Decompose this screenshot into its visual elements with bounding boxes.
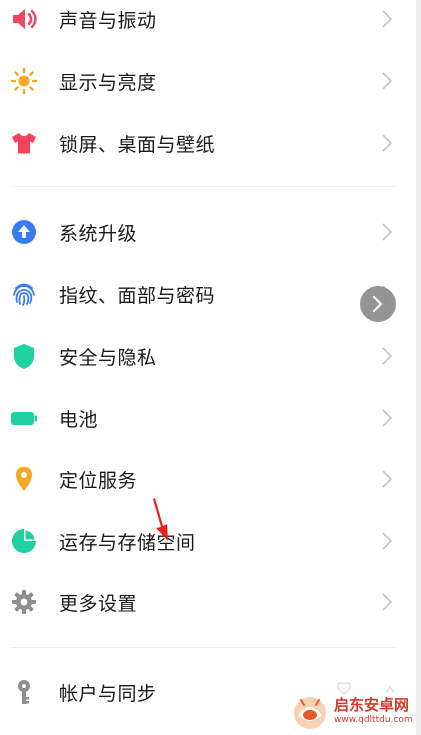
location-pin-icon <box>10 465 38 493</box>
chevron-right-icon <box>382 470 393 488</box>
settings-item-label: 显示与亮度 <box>59 71 157 94</box>
settings-item-wallpaper[interactable]: 锁屏、桌面与壁纸 <box>0 112 416 174</box>
annotation-arrow-icon <box>153 498 168 541</box>
chevron-right-icon <box>382 593 393 611</box>
watermark: 启东安卓网 www.qdlttdu.com <box>290 690 418 732</box>
settings-item-display[interactable]: 显示与亮度 <box>0 50 416 112</box>
watermark-title: 启东安卓网 <box>334 696 410 714</box>
section-divider <box>10 647 396 648</box>
watermark-logo-icon <box>294 697 326 729</box>
scrollbar-track <box>416 0 421 735</box>
chevron-right-icon <box>382 532 393 550</box>
chevron-right-icon <box>382 347 393 365</box>
fingerprint-icon <box>10 280 38 308</box>
gear-icon <box>10 588 38 616</box>
chevron-right-icon <box>382 10 393 28</box>
section-divider <box>10 186 396 187</box>
chevron-right-icon <box>382 409 393 427</box>
chevron-right-icon <box>373 296 383 312</box>
floating-assist-button[interactable] <box>360 286 396 322</box>
chevron-right-icon <box>382 223 393 241</box>
settings-item-fingerprint[interactable]: 指纹、面部与密码 <box>0 263 416 325</box>
settings-item-label: 锁屏、桌面与壁纸 <box>59 133 216 156</box>
battery-icon <box>10 404 38 432</box>
settings-item-label: 安全与隐私 <box>59 346 157 369</box>
key-icon <box>10 678 38 706</box>
storage-pie-icon <box>10 527 38 555</box>
settings-item-system-upgrade[interactable]: 系统升级 <box>0 201 416 263</box>
settings-item-label: 指纹、面部与密码 <box>59 284 216 307</box>
settings-item-label: 更多设置 <box>59 592 138 615</box>
watermark-url: www.qdlttdu.com <box>334 715 413 725</box>
settings-item-security[interactable]: 安全与隐私 <box>0 325 416 387</box>
settings-screen: 声音与振动 显示与亮度 锁屏、桌面与壁纸 系统升级 指纹、面部与密码 安全与隐私… <box>0 0 421 735</box>
settings-item-label: 系统升级 <box>59 222 138 245</box>
chevron-right-icon <box>382 72 393 90</box>
settings-item-more[interactable]: 更多设置 <box>0 571 416 633</box>
chevron-right-icon <box>382 134 393 152</box>
settings-item-label: 帐户与同步 <box>59 682 157 705</box>
upgrade-arrow-icon <box>10 218 38 246</box>
settings-item-storage[interactable]: 运存与存储空间 <box>0 510 416 572</box>
shield-icon <box>10 342 38 370</box>
settings-item-sound[interactable]: 声音与振动 <box>0 0 416 50</box>
sun-icon <box>10 67 38 95</box>
settings-item-label: 定位服务 <box>59 469 138 492</box>
settings-item-label: 声音与振动 <box>59 9 157 32</box>
settings-item-location[interactable]: 定位服务 <box>0 448 416 510</box>
settings-item-label: 电池 <box>59 408 99 431</box>
settings-item-label: 运存与存储空间 <box>59 531 196 554</box>
settings-item-battery[interactable]: 电池 <box>0 387 416 449</box>
speaker-icon <box>10 5 38 33</box>
tshirt-icon <box>10 129 38 157</box>
